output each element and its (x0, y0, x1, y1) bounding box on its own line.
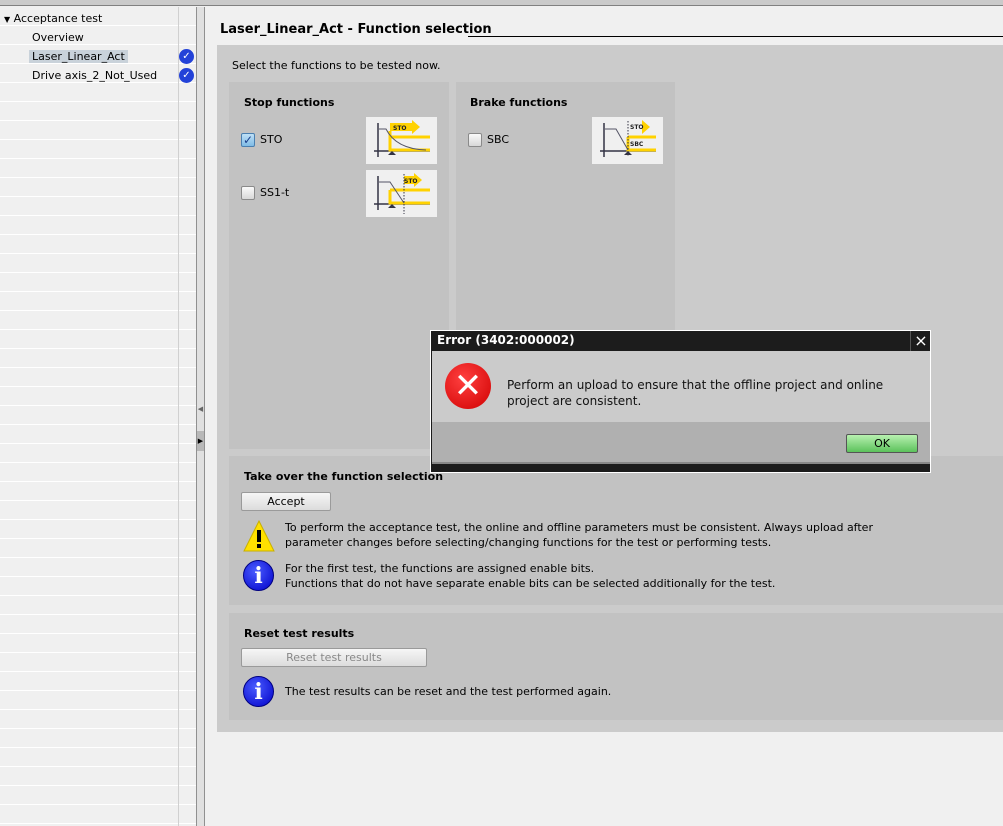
dialog-footer: OK (432, 422, 930, 464)
tree-item-acceptance-test[interactable]: ▼ Acceptance test (4, 9, 102, 28)
expand-arrow-icon[interactable]: ▼ (4, 15, 10, 24)
ss1-t-label: SS1-t (260, 186, 290, 199)
reset-heading: Reset test results (244, 627, 355, 640)
error-dialog: Error (3402:000002) × ✕ Perform an uploa… (430, 330, 931, 473)
sto-checkbox[interactable]: ✓ (241, 133, 255, 147)
diagram-label: STO (393, 125, 407, 132)
takeover-section: Take over the function selection Accept … (229, 456, 1003, 605)
expand-right-icon[interactable]: ▶ (197, 431, 204, 451)
sbc-diagram: STO SBC (592, 117, 663, 164)
error-icon: ✕ (445, 363, 491, 409)
tree-item-overview[interactable]: Overview (32, 28, 84, 47)
info-icon: i (243, 676, 274, 707)
diagram-label: STO (630, 124, 644, 131)
accept-button[interactable]: Accept (241, 492, 331, 511)
reset-test-results-button[interactable]: Reset test results (241, 648, 427, 667)
brake-functions-heading: Brake functions (470, 96, 568, 109)
ss1-t-diagram: STO (366, 170, 437, 217)
instruction-text: Select the functions to be tested now. (232, 59, 441, 72)
stop-functions-heading: Stop functions (244, 96, 335, 109)
info-text: For the first test, the functions are as… (285, 562, 776, 590)
top-bar (0, 0, 1003, 6)
warning-text: To perform the acceptance test, the onli… (285, 521, 873, 549)
stop-functions-group: Stop functions ✓ STO STO SS1-t STO (229, 82, 449, 449)
dialog-message: Perform an upload to ensure that the off… (507, 378, 884, 408)
close-icon[interactable]: × (910, 331, 931, 351)
tree-item-drive-axis-2[interactable]: Drive axis_2_Not_Used (32, 66, 157, 85)
takeover-heading: Take over the function selection (244, 470, 444, 483)
ss1-t-checkbox[interactable] (241, 186, 255, 200)
diagram-label: STO (404, 178, 418, 185)
collapse-left-icon[interactable]: ◀ (197, 399, 204, 419)
page-title: Laser_Linear_Act - Function selection (220, 22, 492, 37)
tree-item-laser-linear-act[interactable]: Laser_Linear_Act (29, 47, 128, 66)
sto-label: STO (260, 133, 283, 146)
reset-section: Reset test results Reset test results i … (229, 613, 1003, 720)
check-circle-icon: ✓ (179, 68, 194, 83)
panel-splitter[interactable]: ◀ ▶ (196, 7, 205, 826)
project-tree: ▼ Acceptance test Overview Laser_Linear_… (0, 7, 178, 826)
ok-button[interactable]: OK (846, 434, 918, 453)
diagram-label: SBC (630, 141, 644, 148)
reset-info-text: The test results can be reset and the te… (285, 685, 612, 698)
dialog-title: Error (3402:000002) (437, 333, 575, 347)
title-divider (468, 36, 1003, 37)
check-circle-icon: ✓ (179, 49, 194, 64)
sbc-checkbox[interactable] (468, 133, 482, 147)
dialog-body: ✕ Perform an upload to ensure that the o… (432, 351, 930, 422)
info-icon: i (243, 560, 274, 591)
warning-icon (243, 520, 275, 552)
status-column (178, 7, 196, 826)
sbc-label: SBC (487, 133, 510, 146)
sto-diagram: STO (366, 117, 437, 164)
